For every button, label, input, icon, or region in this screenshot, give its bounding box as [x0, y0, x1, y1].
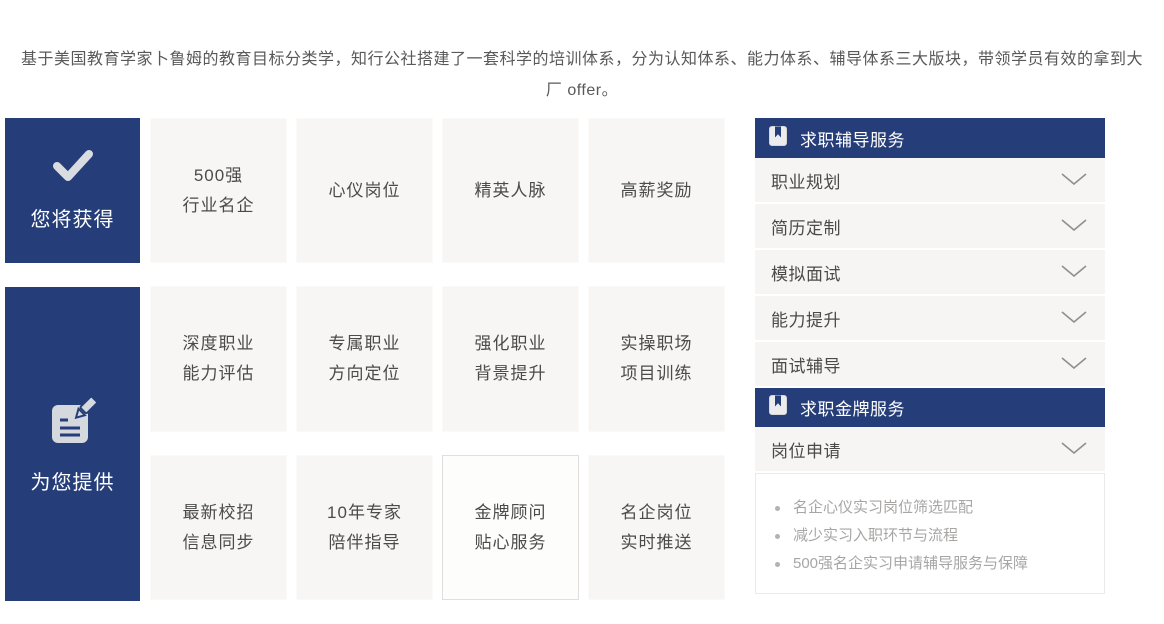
list-item: 名企心仪实习岗位筛选匹配 [775, 494, 1094, 522]
gold-service-details-box: 名企心仪实习岗位筛选匹配 减少实习入职环节与流程 500强名企实习申请辅导服务与… [755, 473, 1105, 594]
section-title: 求职辅导服务 [800, 126, 905, 151]
card-campus-recruit-info: 最新校招信息同步 [150, 455, 287, 600]
accordion-item-ability-improvement[interactable]: 能力提升 [755, 296, 1105, 340]
edit-document-icon [46, 394, 100, 451]
provide-label: 为您提供 [31, 466, 115, 495]
intro-text: 基于美国教育学家卜鲁姆的教育目标分类学，知行公社搭建了一套科学的培训体系，分为认… [17, 44, 1147, 106]
list-item: 500强名企实习申请辅导服务与保障 [775, 550, 1094, 578]
bullet-dot [775, 562, 780, 567]
bookmark-icon [769, 126, 787, 151]
bullet-dot [775, 506, 780, 511]
card-500-companies: 500强行业名企 [150, 118, 287, 263]
card-project-training: 实操职场项目训练 [588, 286, 725, 432]
chevron-down-icon [1061, 308, 1087, 328]
accordion-item-resume-customization[interactable]: 简历定制 [755, 204, 1105, 248]
section-header-coaching: 求职辅导服务 [755, 118, 1105, 158]
accordion-item-career-planning[interactable]: 职业规划 [755, 158, 1105, 202]
chevron-down-icon [1061, 354, 1087, 374]
provide-label-box: 为您提供 [5, 287, 140, 601]
list-item: 减少实习入职环节与流程 [775, 522, 1094, 550]
card-job-push: 名企岗位实时推送 [588, 455, 725, 600]
card-desired-position: 心仪岗位 [296, 118, 433, 263]
accordion-item-interview-coaching[interactable]: 面试辅导 [755, 342, 1105, 386]
card-career-assessment: 深度职业能力评估 [150, 286, 287, 432]
card-direction-positioning: 专属职业方向定位 [296, 286, 433, 432]
bullet-dot [775, 534, 780, 539]
obtain-label-box: 您将获得 [5, 118, 140, 263]
card-background-boost: 强化职业背景提升 [442, 286, 579, 432]
chevron-down-icon [1061, 170, 1087, 190]
benefit-cards-grid: 500强行业名企 心仪岗位 精英人脉 高薪奖励 深度职业能力评估 专属职业方向定… [150, 118, 725, 600]
section-header-gold-service: 求职金牌服务 [755, 388, 1105, 427]
accordion-item-job-application[interactable]: 岗位申请 [755, 427, 1105, 471]
chevron-down-icon [1061, 216, 1087, 236]
obtain-label: 您将获得 [31, 203, 115, 232]
section-title: 求职金牌服务 [800, 395, 905, 420]
services-panel: 求职辅导服务 职业规划 简历定制 模拟面试 能力提升 面试辅导 [755, 118, 1105, 594]
card-expert-guidance: 10年专家陪伴指导 [296, 455, 433, 600]
card-gold-consultant: 金牌顾问贴心服务 [442, 455, 579, 600]
card-high-salary: 高薪奖励 [588, 118, 725, 263]
accordion-item-mock-interview[interactable]: 模拟面试 [755, 250, 1105, 294]
chevron-down-icon [1061, 439, 1087, 459]
check-icon [49, 149, 97, 188]
card-elite-network: 精英人脉 [442, 118, 579, 263]
bookmark-icon [769, 395, 787, 420]
chevron-down-icon [1061, 262, 1087, 282]
